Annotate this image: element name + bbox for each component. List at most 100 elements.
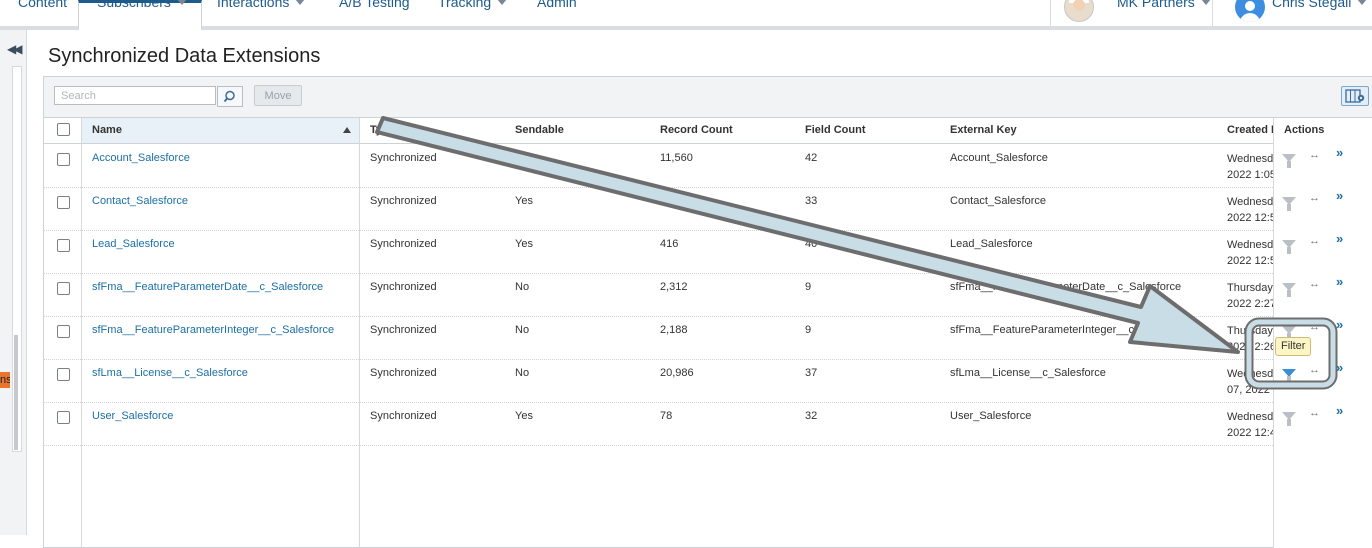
row-checkbox[interactable]	[57, 368, 70, 381]
created-line-1: Thursday	[1227, 282, 1273, 294]
column-header-external-key[interactable]: External Key	[950, 124, 1017, 136]
row-external-key: sfLma__License__c_Salesforce	[950, 367, 1106, 379]
select-all-checkbox[interactable]	[57, 123, 70, 136]
column-header-created[interactable]: Created I	[1227, 124, 1274, 136]
double-chevron-right-icon[interactable]: »	[1336, 317, 1343, 332]
column-header-type[interactable]: Type	[370, 124, 395, 136]
row-name-link[interactable]: User_Salesforce	[92, 410, 173, 422]
created-line-1: Wednesd	[1227, 153, 1274, 165]
row-type: Synchronized	[370, 324, 437, 336]
double-chevron-right-icon[interactable]: »	[1336, 274, 1343, 289]
top-nav: Content Subscribers Interactions A/B Tes…	[0, 0, 1372, 30]
chevron-down-icon	[497, 0, 508, 5]
name-header-sorted[interactable]	[82, 118, 359, 143]
swap-arrows-icon[interactable]: ↔	[1309, 407, 1320, 419]
table-row[interactable]: sfFma__FeatureParameterInteger__c_Salesf…	[44, 316, 1372, 360]
table-row[interactable]: sfFma__FeatureParameterDate__c_Salesforc…	[44, 273, 1372, 317]
table-row[interactable]: sfLma__License__c_Salesforce Synchronized…	[44, 359, 1372, 403]
user-menu[interactable]: Chris Stegall	[1272, 0, 1368, 10]
double-chevron-right-icon[interactable]: »	[1336, 360, 1343, 375]
account-avatar[interactable]	[1064, 0, 1094, 22]
swap-arrows-icon[interactable]: ↔	[1309, 149, 1320, 161]
row-checkbox[interactable]	[57, 282, 70, 295]
swap-arrows-icon[interactable]: ↔	[1309, 321, 1320, 333]
table-row[interactable]: Lead_Salesforce Synchronized Yes 416 40 Lead_…	[44, 230, 1372, 274]
row-created-date: Wednesd 2022 12:5	[1227, 194, 1276, 226]
table-row[interactable]: Contact_Salesforce Synchronized Yes 40 33 Con…	[44, 187, 1372, 231]
created-line-1: Wednesd	[1227, 368, 1274, 380]
funnel-icon[interactable]	[1282, 412, 1296, 426]
double-chevron-left-icon[interactable]: ◀◀	[7, 42, 23, 56]
row-type: Synchronized	[370, 152, 437, 164]
row-field-count: 9	[805, 281, 812, 293]
row-sendable: No	[515, 281, 530, 293]
row-sendable: No	[515, 152, 530, 164]
row-record-count: 78	[660, 410, 673, 422]
row-field-count: 37	[805, 367, 818, 379]
column-header-record-count[interactable]: Record Count	[660, 124, 733, 136]
swap-arrows-icon[interactable]: ↔	[1309, 364, 1320, 376]
move-button[interactable]: Move	[254, 85, 302, 106]
row-field-count: 33	[805, 195, 818, 207]
created-line-1: Thursday	[1227, 325, 1273, 337]
row-name-link[interactable]: sfFma__FeatureParameterInteger__c_Salesf…	[92, 324, 334, 336]
funnel-icon[interactable]	[1282, 197, 1296, 211]
row-name-link[interactable]: Lead_Salesforce	[92, 238, 175, 250]
chevron-down-icon	[1200, 0, 1211, 5]
nav-item-ab-testing[interactable]: A/B Testing	[339, 0, 410, 10]
row-checkbox[interactable]	[57, 196, 70, 209]
created-line-2: 2022 1:05	[1227, 169, 1276, 181]
column-header-sendable[interactable]: Sendable	[515, 124, 564, 136]
row-name-link[interactable]: sfFma__FeatureParameterDate__c_Salesforc…	[92, 281, 323, 293]
search-button[interactable]	[217, 86, 243, 107]
scrollbar-thumb[interactable]	[14, 335, 18, 450]
row-name-link[interactable]: Account_Salesforce	[92, 152, 190, 164]
rail-tab-label[interactable]: ns	[0, 372, 10, 388]
table-row[interactable]: Account_Salesforce Synchronized No 11,560 42…	[44, 144, 1372, 188]
nav-item-subscribers[interactable]: Subscribers	[97, 0, 187, 10]
row-checkbox[interactable]	[57, 325, 70, 338]
nav-item-admin[interactable]: Admin	[537, 0, 577, 10]
funnel-icon[interactable]	[1282, 154, 1296, 168]
column-header-field-count[interactable]: Field Count	[805, 124, 866, 136]
table-row[interactable]: User_Salesforce Synchronized Yes 78 32 User_S…	[44, 402, 1372, 446]
created-line-2: 2022 2:27	[1227, 298, 1276, 310]
double-chevron-right-icon[interactable]: »	[1336, 231, 1343, 246]
row-field-count: 42	[805, 152, 818, 164]
row-created-date: Wednesd 2022 12:4	[1227, 409, 1276, 441]
created-line-1: Wednesd	[1227, 411, 1274, 423]
double-chevron-right-icon[interactable]: »	[1336, 145, 1343, 160]
row-checkbox[interactable]	[57, 153, 70, 166]
row-name-link[interactable]: sfLma__License__c_Salesforce	[92, 367, 248, 379]
swap-arrows-icon[interactable]: ↔	[1309, 235, 1320, 247]
nav-item-tracking[interactable]: Tracking	[438, 0, 508, 10]
row-record-count: 40	[660, 195, 673, 207]
row-created-date: Wednesd 07, 2022	[1227, 366, 1273, 398]
funnel-icon[interactable]	[1282, 326, 1296, 340]
swap-arrows-icon[interactable]: ↔	[1309, 278, 1320, 290]
nav-item-interactions[interactable]: Interactions	[217, 0, 306, 10]
account-switcher[interactable]: MK Partners	[1117, 0, 1211, 10]
user-avatar-icon[interactable]	[1235, 0, 1265, 22]
row-record-count: 2,188	[660, 324, 688, 336]
rail-scrollbar[interactable]	[12, 66, 22, 452]
created-line-2: 2022 2:26	[1227, 341, 1276, 353]
chevron-down-icon	[295, 0, 306, 5]
double-chevron-right-icon[interactable]: »	[1336, 403, 1343, 418]
nav-divider	[1050, 0, 1051, 26]
created-line-2: 2022 12:5	[1227, 212, 1276, 224]
row-checkbox[interactable]	[57, 411, 70, 424]
search-input[interactable]: Search	[54, 86, 216, 105]
double-chevron-right-icon[interactable]: »	[1336, 188, 1343, 203]
funnel-icon[interactable]	[1282, 369, 1296, 383]
column-settings-button[interactable]	[1341, 86, 1369, 106]
funnel-icon[interactable]	[1282, 240, 1296, 254]
row-checkbox[interactable]	[57, 239, 70, 252]
swap-arrows-icon[interactable]: ↔	[1309, 192, 1320, 204]
row-name-link[interactable]: Contact_Salesforce	[92, 195, 188, 207]
funnel-icon[interactable]	[1282, 283, 1296, 297]
row-field-count: 40	[805, 238, 818, 250]
nav-item-content[interactable]: Content	[18, 0, 67, 10]
created-line-2: 2022 12:4	[1227, 427, 1276, 439]
column-header-name[interactable]: Name	[92, 124, 122, 136]
